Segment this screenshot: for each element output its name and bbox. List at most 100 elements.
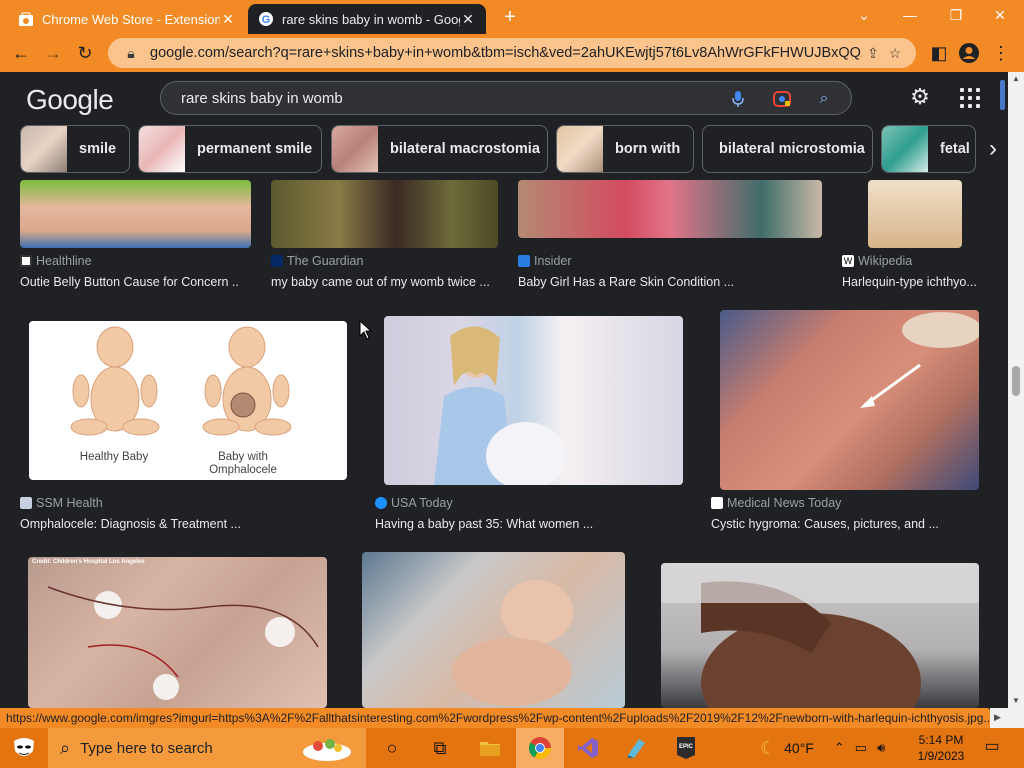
minimize-button[interactable]: — bbox=[890, 0, 930, 30]
tab-google-images[interactable]: G rare skins baby in womb - Goog ✕ bbox=[248, 4, 486, 34]
result-source[interactable]: SSM Health bbox=[20, 496, 103, 510]
taskbar-clock[interactable]: 5:14 PM 1/9/2023 bbox=[906, 732, 976, 764]
result-title[interactable]: Outie Belly Button Cause for Concern ... bbox=[20, 275, 240, 289]
vertical-scrollbar[interactable]: ▲ ▼ bbox=[1008, 72, 1024, 708]
profile-avatar-icon[interactable] bbox=[956, 40, 982, 66]
bookmark-star-icon[interactable]: ☆ bbox=[884, 45, 906, 62]
result-image-guardian[interactable] bbox=[271, 180, 498, 248]
taskbar-search-box[interactable]: ⌕ Type here to search bbox=[48, 728, 366, 768]
result-image-newborn-held[interactable] bbox=[362, 552, 625, 708]
forward-button[interactable]: → bbox=[40, 40, 66, 66]
epic-games-icon[interactable]: EPIC bbox=[662, 728, 710, 768]
result-title[interactable]: Cystic hygroma: Causes, pictures, and ..… bbox=[711, 517, 981, 531]
result-image-pregnant-belly[interactable] bbox=[661, 563, 979, 708]
lens-camera-icon[interactable] bbox=[771, 90, 793, 108]
settings-gear-icon[interactable]: ⚙ bbox=[906, 84, 934, 112]
network-icon[interactable]: ▭ bbox=[855, 740, 867, 756]
image-credit-caption: Credit: Children's Hospital Los Angeles bbox=[32, 559, 145, 565]
weather-temperature[interactable]: 40°F bbox=[784, 740, 814, 756]
result-image-healthline[interactable] bbox=[20, 180, 251, 248]
search-icon[interactable]: ⌕ bbox=[813, 90, 835, 108]
volume-icon[interactable]: 🔊︎ bbox=[877, 740, 885, 756]
task-view-icon[interactable]: ⧉ bbox=[416, 728, 464, 768]
search-highlight-food-icon bbox=[300, 734, 354, 766]
close-tab-icon[interactable]: ✕ bbox=[220, 11, 236, 28]
chrome-menu-icon[interactable]: ⋮ bbox=[988, 40, 1014, 66]
lock-icon[interactable]: 🔒︎ bbox=[120, 45, 142, 62]
close-tab-icon[interactable]: ✕ bbox=[460, 11, 476, 28]
result-image-medical-news-today[interactable] bbox=[720, 310, 979, 490]
scroll-down-arrow-icon[interactable]: ▼ bbox=[1008, 696, 1024, 705]
result-image-wikipedia[interactable] bbox=[868, 180, 962, 248]
chrome-taskbar-icon[interactable] bbox=[516, 728, 564, 768]
show-hidden-icons-chevron-icon[interactable]: ⌃ bbox=[834, 740, 845, 756]
tab-title: rare skins baby in womb - Goog bbox=[282, 11, 460, 27]
share-icon[interactable]: ⇪ bbox=[862, 45, 884, 62]
chip-bilateral-microstomia[interactable]: bilateral microstomia bbox=[702, 125, 873, 173]
windows-taskbar: ⌕ Type here to search ○ ⧉ EPIC ☾ 40°F ⌃ … bbox=[0, 728, 1024, 768]
chip-bilateral-macrostomia[interactable]: bilateral macrostomia bbox=[331, 125, 548, 173]
result-source[interactable]: Insider bbox=[518, 254, 572, 268]
notification-center-icon[interactable]: ▭ bbox=[980, 736, 1004, 760]
svg-text:EPIC: EPIC bbox=[679, 744, 694, 750]
google-logo[interactable]: Google bbox=[26, 84, 114, 116]
image-results-grid: Healthline Outie Belly Button Cause for … bbox=[0, 180, 1008, 708]
cortana-icon[interactable]: ○ bbox=[368, 728, 416, 768]
new-tab-button[interactable]: + bbox=[498, 6, 522, 28]
chip-fetal[interactable]: fetal bbox=[881, 125, 976, 173]
result-title[interactable]: my baby came out of my womb twice ... bbox=[271, 275, 496, 289]
side-panel-icon[interactable]: ◧ bbox=[926, 40, 952, 66]
chip-born-with[interactable]: born with bbox=[556, 125, 694, 173]
result-image-insider[interactable] bbox=[518, 180, 822, 238]
tab-chrome-web-store[interactable]: Chrome Web Store - Extensions ✕ bbox=[8, 4, 246, 34]
result-title[interactable]: Omphalocele: Diagnosis & Treatment ... bbox=[20, 517, 340, 531]
web-store-icon bbox=[18, 11, 34, 27]
result-title[interactable]: Harlequin-type ichthyo... bbox=[842, 275, 978, 289]
tab-search-chevron-icon[interactable]: ⌄ bbox=[844, 0, 884, 30]
google-header: Google rare skins baby in womb ⌕ ⚙ smile… bbox=[0, 72, 1008, 180]
weather-moon-icon[interactable]: ☾ bbox=[760, 738, 776, 759]
address-bar[interactable]: 🔒︎ google.com/search?q=rare+skins+baby+i… bbox=[108, 38, 916, 68]
microphone-icon[interactable] bbox=[727, 90, 749, 108]
medical-news-today-favicon-icon bbox=[711, 497, 723, 509]
result-source[interactable]: Medical News Today bbox=[711, 496, 841, 510]
result-title[interactable]: Having a baby past 35: What women ... bbox=[375, 517, 675, 531]
scroll-right-arrow-icon[interactable]: ▶ bbox=[994, 712, 1001, 723]
notepad-app-icon[interactable] bbox=[612, 728, 660, 768]
taskbar-search-placeholder: Type here to search bbox=[80, 739, 213, 757]
browser-toolbar: ← → ↻ 🔒︎ google.com/search?q=rare+skins+… bbox=[0, 34, 1024, 72]
result-image-usa-today[interactable] bbox=[384, 316, 683, 485]
search-query[interactable]: rare skins baby in womb bbox=[181, 90, 343, 107]
clock-date: 1/9/2023 bbox=[917, 749, 965, 763]
close-window-button[interactable]: ✕ bbox=[980, 0, 1020, 30]
chips-next-chevron-icon[interactable]: › bbox=[978, 134, 1008, 164]
chip-label: smile bbox=[79, 141, 117, 157]
start-button[interactable] bbox=[0, 728, 48, 768]
result-image-ssm-health[interactable]: Healthy Baby Baby with Omphalocele bbox=[29, 321, 347, 480]
chip-label: born with bbox=[615, 141, 681, 157]
result-source[interactable]: USA Today bbox=[375, 496, 453, 510]
result-source[interactable]: The Guardian bbox=[271, 254, 363, 268]
result-source[interactable]: Healthline bbox=[20, 254, 92, 268]
back-button[interactable]: ← bbox=[8, 40, 34, 66]
tab-strip: Chrome Web Store - Extensions ✕ G rare s… bbox=[0, 0, 1024, 34]
scroll-up-arrow-icon[interactable]: ▲ bbox=[1008, 74, 1024, 83]
newborn-monitor-photo bbox=[47, 586, 319, 700]
horizontal-scroll-arrow[interactable]: ▶ bbox=[990, 708, 1024, 728]
reload-button[interactable]: ↻ bbox=[72, 40, 98, 66]
image-caption: Baby with Omphalocele bbox=[209, 451, 277, 476]
result-image-harlequin[interactable]: Credit: Children's Hospital Los Angeles bbox=[28, 557, 327, 708]
restore-button[interactable]: ❐ bbox=[936, 0, 976, 30]
held-newborn-photo bbox=[452, 580, 573, 706]
chip-permanent-smile[interactable]: permanent smile bbox=[138, 125, 322, 173]
visual-studio-icon[interactable] bbox=[564, 728, 612, 768]
start-mask-icon bbox=[14, 738, 34, 756]
scrollbar-thumb[interactable] bbox=[1012, 366, 1020, 396]
chip-smile[interactable]: smile bbox=[20, 125, 130, 173]
clock-time: 5:14 PM bbox=[918, 733, 964, 747]
result-title[interactable]: Baby Girl Has a Rare Skin Condition ... bbox=[518, 275, 818, 289]
search-input[interactable]: rare skins baby in womb ⌕ bbox=[160, 81, 852, 115]
google-apps-icon[interactable] bbox=[956, 84, 984, 112]
result-source[interactable]: W Wikipedia bbox=[842, 254, 912, 268]
file-explorer-icon[interactable] bbox=[466, 728, 514, 768]
